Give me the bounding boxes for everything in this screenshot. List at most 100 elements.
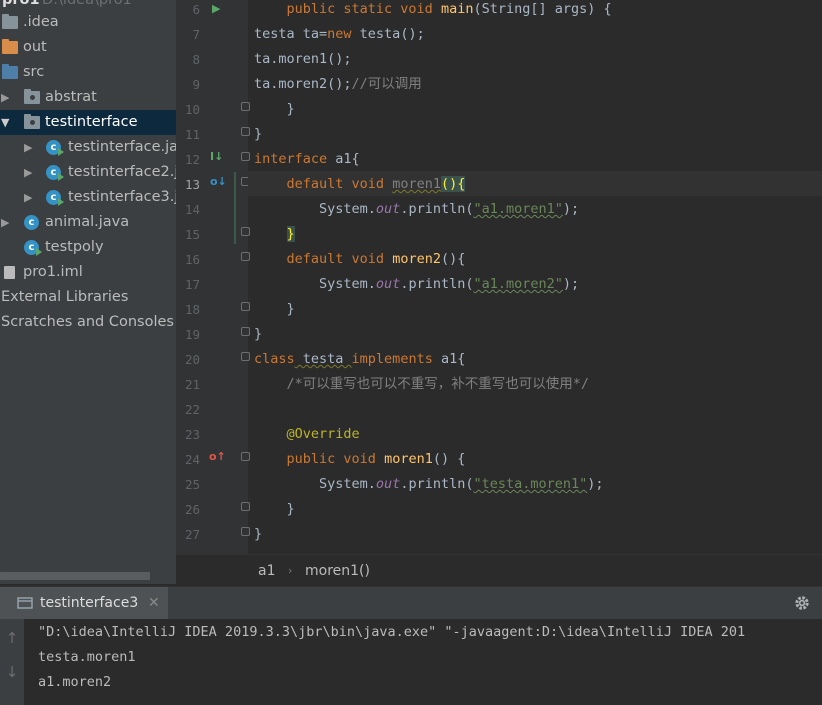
line-number: 17 xyxy=(184,277,200,292)
horizontal-scrollbar[interactable] xyxy=(0,572,150,580)
down-arrow-icon[interactable]: ↓ xyxy=(0,663,24,681)
tab-testinterface3[interactable]: testinterface3 ✕ xyxy=(0,587,168,619)
implemented-gutter-icon[interactable]: I↓ xyxy=(210,150,223,163)
line-number: 16 xyxy=(184,252,200,267)
breadcrumb-item-a1[interactable]: a1 xyxy=(258,555,276,587)
tree-item-label: .idea xyxy=(23,14,59,30)
line-number: 10 xyxy=(184,102,200,117)
overridden-gutter-icon[interactable]: o↓ xyxy=(210,175,227,188)
code-line: System.out.println("a1.moren2"); xyxy=(254,276,580,292)
editor-gutter: 6 7 8 9 10 11 12 13 14 15 16 17 18 19 20… xyxy=(176,0,250,554)
implements-method-gutter-icon[interactable]: o↑ xyxy=(209,450,226,463)
up-arrow-icon[interactable]: ↑ xyxy=(0,629,24,647)
line-number: 7 xyxy=(192,27,200,42)
tree-item-testinterface-java[interactable]: ▶ c testinterface.ja xyxy=(0,135,176,160)
run-tool-window: testinterface3 ✕ ↑ ↓ "D:\idea\IntelliJ I… xyxy=(0,586,822,705)
line-number: 11 xyxy=(184,127,200,142)
tree-item-label: testpoly xyxy=(45,239,104,255)
change-marker xyxy=(234,172,236,244)
class-icon: c xyxy=(46,140,64,156)
chevron-right-icon[interactable]: ▶ xyxy=(24,135,32,160)
tree-item-label: testinterface2.j xyxy=(68,164,176,180)
tree-item-label: abstrat xyxy=(45,89,97,105)
tree-item-label: pro1.iml xyxy=(23,264,83,280)
line-number: 15 xyxy=(184,227,200,242)
run-toolbar: ↑ ↓ xyxy=(0,619,24,705)
code-line: testa ta=new testa(); xyxy=(254,26,425,42)
project-tool-window: pro1 D:\idea\pro1 .idea out src ▶ abstra… xyxy=(0,0,176,584)
tree-item-idea[interactable]: .idea xyxy=(0,10,176,35)
close-icon[interactable]: ✕ xyxy=(148,587,160,619)
tree-item-external-libraries[interactable]: External Libraries xyxy=(0,285,176,310)
class-icon: c xyxy=(24,240,42,256)
breadcrumb: a1 › moren1() xyxy=(176,554,822,587)
tree-item-testinterface[interactable]: ▼ testinterface xyxy=(0,110,176,135)
tree-item-label: out xyxy=(23,39,47,55)
tree-item-scratches[interactable]: Scratches and Consoles xyxy=(0,310,176,335)
line-number: 26 xyxy=(184,502,200,517)
code-line: System.out.println("testa.moren1"); xyxy=(254,476,604,492)
console-output-line: a1.moren2 xyxy=(38,674,112,690)
console-output-line: "D:\idea\IntelliJ IDEA 2019.3.3\jbr\bin\… xyxy=(38,624,746,640)
code-line: System.out.println("a1.moren1"); xyxy=(254,201,580,217)
tree-item-testinterface3-java[interactable]: ▶ c testinterface3.j xyxy=(0,185,176,210)
code-line: } xyxy=(254,501,295,517)
code-editor[interactable]: public static void main(String[] args) {… xyxy=(248,0,822,554)
line-number: 13 xyxy=(184,177,200,192)
code-line: public static void main(String[] args) { xyxy=(286,1,612,17)
tree-item-label: testinterface3.j xyxy=(68,189,176,205)
chevron-right-icon: › xyxy=(288,564,293,577)
console-icon xyxy=(17,597,33,609)
package-icon xyxy=(24,114,40,129)
line-number: 22 xyxy=(184,402,200,417)
line-number: 9 xyxy=(192,77,200,92)
folder-orange-icon xyxy=(2,39,18,54)
tree-item-pro1-iml[interactable]: pro1.iml xyxy=(0,260,176,285)
tree-item-abstrat[interactable]: ▶ abstrat xyxy=(0,85,176,110)
line-number: 23 xyxy=(184,427,200,442)
tree-item-animal-java[interactable]: ▶ c animal.java xyxy=(0,210,176,235)
line-number: 24 xyxy=(184,452,200,467)
code-line: } xyxy=(254,326,263,342)
run-gutter-icon[interactable]: ▶ xyxy=(212,2,220,15)
code-line: /*可以重写也可以不重写，补不重写也可以使用*/ xyxy=(286,376,590,392)
line-number: 6 xyxy=(192,2,200,17)
class-icon: c xyxy=(46,165,64,181)
code-line: } xyxy=(286,226,295,242)
line-number: 12 xyxy=(184,152,200,167)
gear-icon[interactable] xyxy=(793,594,811,612)
chevron-right-icon[interactable]: ▶ xyxy=(24,185,32,210)
tree-item-testinterface2-java[interactable]: ▶ c testinterface2.j xyxy=(0,160,176,185)
line-number: 18 xyxy=(184,302,200,317)
package-icon xyxy=(24,89,40,104)
line-number: 14 xyxy=(184,202,200,217)
source-folder-icon xyxy=(2,64,18,79)
chevron-right-icon[interactable]: ▶ xyxy=(24,160,32,185)
class-icon: c xyxy=(24,215,39,230)
code-line: } xyxy=(254,526,263,542)
tree-item-testpoly[interactable]: c testpoly xyxy=(0,235,176,260)
run-header: testinterface3 ✕ xyxy=(0,587,822,619)
code-line: @Override xyxy=(286,426,360,442)
tree-item-src[interactable]: src xyxy=(0,60,176,85)
code-line: class testa implements a1{ xyxy=(254,351,466,367)
line-number: 21 xyxy=(184,377,200,392)
tree-item-label: testinterface xyxy=(45,114,138,130)
code-line: ta.moren1(); xyxy=(254,51,352,67)
code-line: } xyxy=(254,101,295,117)
chevron-right-icon[interactable]: ▶ xyxy=(1,85,9,110)
line-number: 20 xyxy=(184,352,200,367)
breadcrumb-item-moren1[interactable]: moren1() xyxy=(305,555,370,587)
line-number: 27 xyxy=(184,527,200,542)
run-tab-label: testinterface3 xyxy=(40,595,139,611)
file-icon xyxy=(4,266,15,279)
code-line: default void moren1(){ xyxy=(286,176,466,192)
code-line: interface a1{ xyxy=(254,151,360,167)
chevron-right-icon[interactable]: ▶ xyxy=(1,210,9,235)
folder-icon xyxy=(2,14,18,29)
tree-item-label: src xyxy=(23,64,45,80)
chevron-down-icon[interactable]: ▼ xyxy=(1,110,9,135)
tree-item-out[interactable]: out xyxy=(0,35,176,60)
tree-item-label: testinterface.ja xyxy=(68,139,176,155)
code-line: } xyxy=(254,126,263,142)
